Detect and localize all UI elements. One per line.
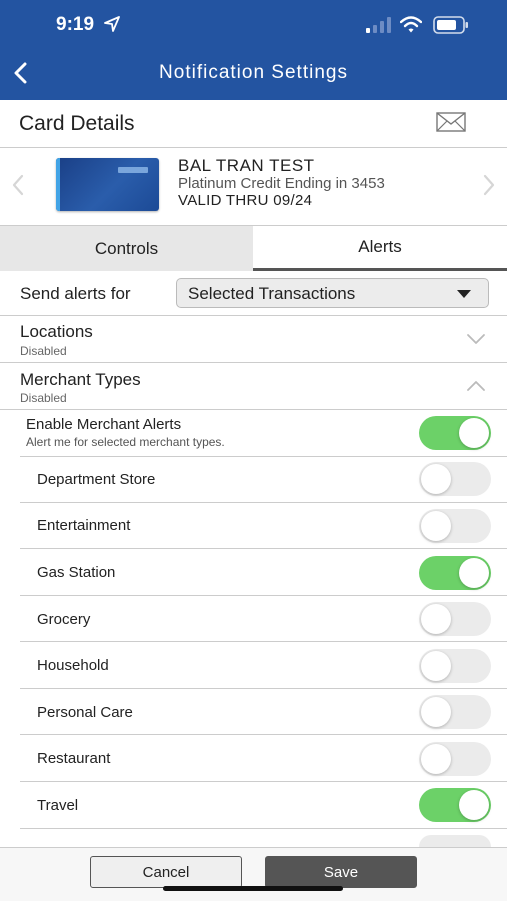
save-button[interactable]: Save (265, 856, 417, 888)
home-indicator (163, 886, 343, 891)
toggle-household[interactable] (419, 649, 491, 683)
chevron-up-icon (467, 381, 485, 391)
toggle-next-partial[interactable] (419, 835, 491, 847)
card-subtitle: Platinum Credit Ending in 3453 (178, 175, 385, 192)
merchant-types-status: Disabled (20, 391, 67, 405)
card-details-title: Card Details (19, 112, 135, 135)
merchant-label: Household (37, 657, 109, 674)
merchant-label: Personal Care (37, 704, 133, 721)
battery-icon (433, 16, 468, 34)
enable-merchant-alerts-subtitle: Alert me for selected merchant types. (26, 435, 225, 449)
merchant-label: Travel (37, 797, 79, 814)
locations-title: Locations (20, 322, 93, 341)
mail-icon[interactable] (436, 112, 466, 132)
card-valid-thru: VALID THRU 09/24 (178, 192, 313, 209)
merchant-label: Gas Station (37, 564, 116, 581)
caret-down-icon (457, 290, 471, 298)
tab-bar: Controls Alerts (0, 225, 507, 271)
status-time: 9:19 (56, 14, 95, 35)
enable-merchant-alerts-toggle[interactable] (419, 416, 491, 450)
enable-merchant-alerts-title: Enable Merchant Alerts (26, 416, 182, 433)
toggle-restaurant[interactable] (419, 742, 491, 776)
location-arrow-icon (104, 16, 120, 32)
merchant-label: Restaurant (37, 750, 111, 767)
merchant-types-title: Merchant Types (20, 370, 141, 389)
card-stripe (56, 158, 60, 211)
locations-status: Disabled (20, 344, 67, 358)
chevron-right-icon[interactable] (481, 174, 497, 196)
page-title: Notification Settings (159, 62, 348, 83)
toggle-travel[interactable] (419, 788, 491, 822)
card-details-bar: Card Details (0, 100, 507, 148)
merchant-label: Grocery (37, 611, 91, 628)
chevron-down-icon (467, 334, 485, 344)
toggle-gas-station[interactable] (419, 556, 491, 590)
toggle-personal-care[interactable] (419, 695, 491, 729)
tab-alerts[interactable]: Alerts (253, 225, 507, 271)
toggle-entertainment[interactable] (419, 509, 491, 543)
signal-icon (366, 17, 391, 33)
merchant-label: Department Store (37, 471, 156, 488)
send-alerts-value: Selected Transactions (188, 284, 356, 303)
credit-card-image (56, 158, 159, 211)
merchant-label: Entertainment (37, 517, 131, 534)
send-alerts-label: Send alerts for (20, 284, 131, 303)
wifi-icon (400, 16, 422, 33)
card-brand-logo (118, 167, 148, 173)
toggle-department-store[interactable] (419, 462, 491, 496)
footer-bar (0, 847, 507, 901)
toggle-grocery[interactable] (419, 602, 491, 636)
app-header: 9:19 Notification Settings (0, 0, 507, 100)
chevron-left-icon[interactable] (10, 174, 26, 196)
card-name: BAL TRAN TEST (178, 156, 315, 175)
cancel-button[interactable]: Cancel (90, 856, 242, 888)
tab-controls[interactable]: Controls (0, 225, 253, 271)
